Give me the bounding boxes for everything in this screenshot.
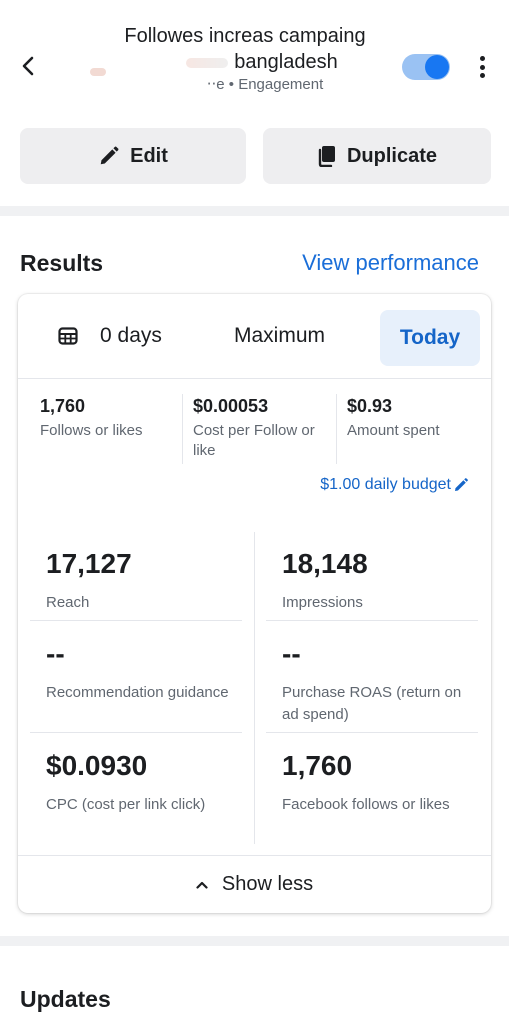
metric-row-divider: [30, 732, 242, 733]
campaign-title-line2: bangladesh: [60, 50, 430, 74]
metric-label: Recommendation guidance: [46, 684, 229, 701]
summary-value: $0.00053: [193, 396, 269, 416]
metrics-center-divider: [254, 532, 255, 844]
metric-value: 18,148: [282, 548, 368, 579]
metric-label: Impressions: [282, 594, 363, 611]
edit-button[interactable]: Edit: [20, 128, 246, 184]
campaign-status-text: ‧‧e: [206, 76, 225, 93]
metric-row-divider: [30, 620, 242, 621]
show-less-label: Show less: [221, 873, 314, 895]
metric-label: Reach: [46, 594, 90, 611]
pencil-icon: [100, 146, 119, 165]
blurred-text: [186, 57, 229, 68]
date-range-selector: 0 days Maximum Today: [18, 294, 491, 379]
date-range-today-option[interactable]: Today: [380, 310, 480, 366]
more-vertical-icon: [479, 56, 485, 61]
back-arrow-icon: [22, 56, 34, 76]
section-separator: [0, 936, 509, 946]
metric-value: --: [46, 638, 65, 669]
duplicate-button[interactable]: Duplicate: [263, 128, 491, 184]
back-button[interactable]: [14, 52, 42, 80]
metric-recommendation-guidance: -- Recommendation guidance: [46, 638, 246, 704]
summary-amount-spent: $0.93 Amount spent: [347, 396, 477, 441]
campaign-title-block: Followes increas campaing bangladesh ‧‧e…: [60, 22, 430, 96]
campaign-toggle[interactable]: [402, 54, 450, 80]
calendar-icon: [58, 327, 78, 345]
summary-divider: [182, 394, 183, 464]
toggle-knob: [425, 55, 449, 79]
duplicate-icon: [318, 146, 335, 167]
updates-heading: Updates: [20, 986, 111, 1012]
metric-value: 1,760: [282, 750, 353, 781]
summary-divider: [336, 394, 337, 464]
duplicate-button-label: Duplicate: [346, 144, 438, 167]
metric-value: --: [282, 638, 301, 669]
more-vertical-icon-dot: [479, 73, 485, 78]
subtitle-separator: •: [228, 76, 239, 93]
more-vertical-icon-dot: [479, 64, 485, 70]
edit-button-label: Edit: [130, 144, 168, 167]
show-less-button[interactable]: Show less: [18, 855, 491, 913]
metric-row-divider: [266, 620, 478, 621]
date-range-days-option[interactable]: 0 days: [58, 324, 162, 348]
metric-facebook-follows: 1,760 Facebook follows or likes: [282, 750, 482, 816]
daily-budget-label: $1.00 daily budget: [320, 476, 451, 493]
results-heading: Results: [20, 250, 104, 276]
summary-value: 1,760: [40, 396, 86, 416]
summary-value: $0.93: [347, 396, 393, 416]
metric-impressions: 18,148 Impressions: [282, 548, 482, 614]
metric-label: Purchase ROAS (return on ad spend): [282, 684, 462, 723]
summary-label: Cost per Follow or like: [193, 422, 315, 459]
summary-follows: 1,760 Follows or likes: [40, 396, 188, 441]
section-separator: [0, 206, 509, 216]
more-options-button[interactable]: [472, 53, 492, 81]
date-range-days-label: 0 days: [100, 324, 162, 347]
metric-row-divider: [266, 732, 478, 733]
metric-value: $0.0930: [46, 750, 148, 781]
summary-label: Follows or likes: [40, 422, 143, 439]
metric-value: 17,127: [46, 548, 132, 579]
daily-budget-link[interactable]: $1.00 daily budget: [320, 476, 469, 494]
campaign-subtitle: ‧‧e • Engagement: [100, 74, 430, 96]
chevron-up-icon: [196, 881, 208, 889]
view-performance-link[interactable]: View performance: [302, 250, 479, 276]
results-card: 0 days Maximum Today 1,760 Follows or li…: [18, 294, 491, 913]
date-range-maximum-option[interactable]: Maximum: [234, 324, 325, 348]
metric-purchase-roas: -- Purchase ROAS (return on ad spend): [282, 638, 482, 726]
campaign-title-line2-text: bangladesh: [234, 51, 338, 73]
metric-reach: 17,127 Reach: [46, 548, 246, 614]
campaign-header: Followes increas campaing bangladesh ‧‧e…: [0, 0, 509, 112]
summary-cost-per-result: $0.00053 Cost per Follow or like: [193, 396, 335, 461]
metric-cpc: $0.0930 CPC (cost per link click): [46, 750, 246, 816]
metric-label: CPC (cost per link click): [46, 796, 206, 813]
metric-label: Facebook follows or likes: [282, 796, 450, 813]
summary-label: Amount spent: [347, 422, 440, 439]
campaign-title-line1: Followes increas campaing: [124, 25, 366, 47]
campaign-objective: Engagement: [238, 76, 324, 93]
pencil-icon: [455, 478, 468, 491]
